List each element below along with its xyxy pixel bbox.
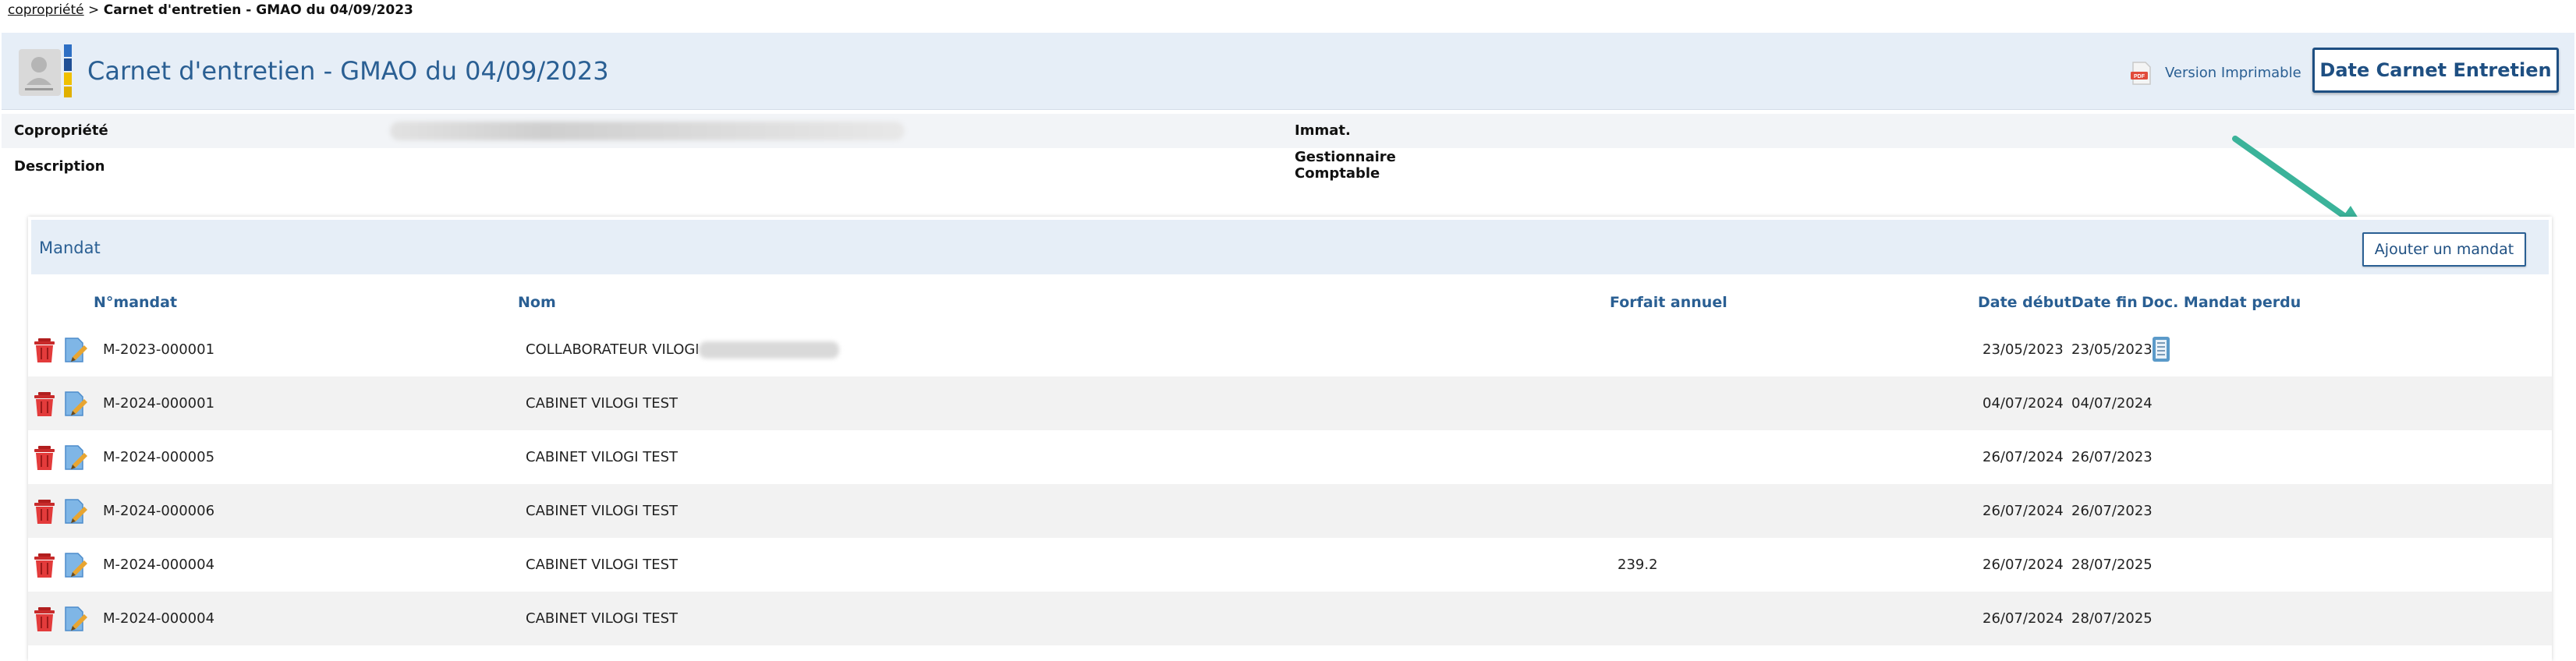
mandat-title: Mandat	[39, 239, 101, 257]
document-icon[interactable]	[2149, 335, 2174, 363]
col-header-num-mandat[interactable]: N°mandat	[94, 294, 177, 311]
col-header-doc-mandat-perdu[interactable]: Doc. Mandat perdu	[2142, 294, 2301, 311]
redacted-copropriete-value	[390, 122, 905, 140]
svg-text:PDF: PDF	[2134, 74, 2145, 80]
info-row-description: Description Gestionnaire Comptable	[2, 148, 2574, 189]
cell-forfait: 239.2	[1618, 557, 1658, 573]
redacted-name	[699, 341, 839, 359]
table-row: M-2024-000001 CABINET VILOGI TEST 04/07/20…	[28, 376, 2552, 430]
table-row: M-2024-000005 CABINET VILOGI TEST 26/07/20…	[28, 430, 2552, 484]
edit-icon[interactable]	[64, 498, 87, 525]
delete-icon[interactable]	[33, 498, 56, 525]
delete-icon[interactable]	[33, 337, 56, 363]
cell-nom: CABINET VILOGI TEST	[526, 610, 679, 627]
cell-num-mandat[interactable]: M-2024-000004	[103, 610, 214, 627]
add-mandat-button[interactable]: Ajouter un mandat	[2362, 232, 2526, 267]
immat-label: Immat.	[1295, 122, 1351, 139]
delete-icon[interactable]	[33, 606, 56, 632]
mandat-panel-header: Mandat Ajouter un mandat	[31, 220, 2549, 274]
cell-date-fin: 26/07/2023	[2071, 503, 2153, 519]
cell-date-fin: 04/07/2024	[2071, 395, 2153, 412]
delete-icon[interactable]	[33, 391, 56, 417]
col-header-forfait[interactable]: Forfait annuel	[1610, 294, 1727, 311]
edit-icon[interactable]	[64, 391, 87, 417]
printable-version-link[interactable]: Version Imprimable	[2165, 65, 2301, 81]
copropriete-label: Copropriété	[14, 122, 108, 139]
table-row: M-2024-000004 CABINET VILOGI TEST 26/07/20…	[28, 592, 2552, 645]
mandat-panel: Mandat Ajouter un mandat N°mandat Nom Fo…	[28, 217, 2552, 661]
breadcrumb: copropriété > Carnet d'entretien - GMAO …	[8, 2, 413, 18]
cell-date-fin: 28/07/2025	[2071, 557, 2153, 573]
edit-icon[interactable]	[64, 552, 87, 578]
cell-date-fin: 23/05/2023	[2071, 341, 2153, 358]
cell-num-mandat[interactable]: M-2024-000006	[103, 503, 214, 519]
description-label: Description	[14, 158, 105, 175]
cell-num-mandat[interactable]: M-2024-000004	[103, 557, 214, 573]
breadcrumb-link-copropriete[interactable]: copropriété	[8, 2, 84, 18]
cell-date-debut: 26/07/2024	[1982, 503, 2064, 519]
cell-date-debut: 23/05/2023	[1982, 341, 2064, 358]
delete-icon[interactable]	[33, 444, 56, 471]
gestionnaire-label: Gestionnaire	[1295, 149, 1396, 165]
comptable-label: Comptable	[1295, 165, 1380, 182]
pdf-icon[interactable]: PDF	[2128, 61, 2153, 86]
edit-icon[interactable]	[64, 606, 87, 632]
cell-nom: COLLABORATEUR VILOGI -	[526, 341, 709, 358]
cell-date-fin: 28/07/2025	[2071, 610, 2153, 627]
col-header-nom[interactable]: Nom	[518, 294, 556, 311]
cell-nom: CABINET VILOGI TEST	[526, 557, 679, 573]
col-header-date-fin[interactable]: Date fin	[2071, 294, 2138, 311]
maintenance-book-icon	[19, 44, 72, 97]
cell-nom: CABINET VILOGI TEST	[526, 395, 679, 412]
cell-num-mandat[interactable]: M-2023-000001	[103, 341, 214, 358]
cell-num-mandat[interactable]: M-2024-000001	[103, 395, 214, 412]
breadcrumb-current: Carnet d'entretien - GMAO du 04/09/2023	[103, 2, 413, 18]
table-row: M-2024-000006 CABINET VILOGI TEST 26/07/20…	[28, 484, 2552, 538]
table-row: M-2024-000004 CABINET VILOGI TEST 239.2 26/…	[28, 538, 2552, 592]
delete-icon[interactable]	[33, 552, 56, 578]
col-header-date-debut[interactable]: Date début	[1978, 294, 2071, 311]
date-carnet-entretien-button[interactable]: Date Carnet Entretien	[2312, 48, 2559, 93]
cell-date-debut: 04/07/2024	[1982, 395, 2064, 412]
cell-date-debut: 26/07/2024	[1982, 557, 2064, 573]
edit-icon[interactable]	[64, 337, 87, 363]
cell-nom: CABINET VILOGI TEST	[526, 503, 679, 519]
edit-icon[interactable]	[64, 444, 87, 471]
cell-date-debut: 26/07/2024	[1982, 449, 2064, 465]
cell-num-mandat[interactable]: M-2024-000005	[103, 449, 214, 465]
page-title: Carnet d'entretien - GMAO du 04/09/2023	[87, 56, 609, 86]
info-row-copropriete: Copropriété Immat.	[2, 114, 2574, 148]
cell-nom: CABINET VILOGI TEST	[526, 449, 679, 465]
cell-date-fin: 26/07/2023	[2071, 449, 2153, 465]
table-row: M-2023-000001 COLLABORATEUR VILOGI - 23/05…	[28, 323, 2552, 376]
cell-date-debut: 26/07/2024	[1982, 610, 2064, 627]
breadcrumb-separator: >	[83, 2, 104, 18]
